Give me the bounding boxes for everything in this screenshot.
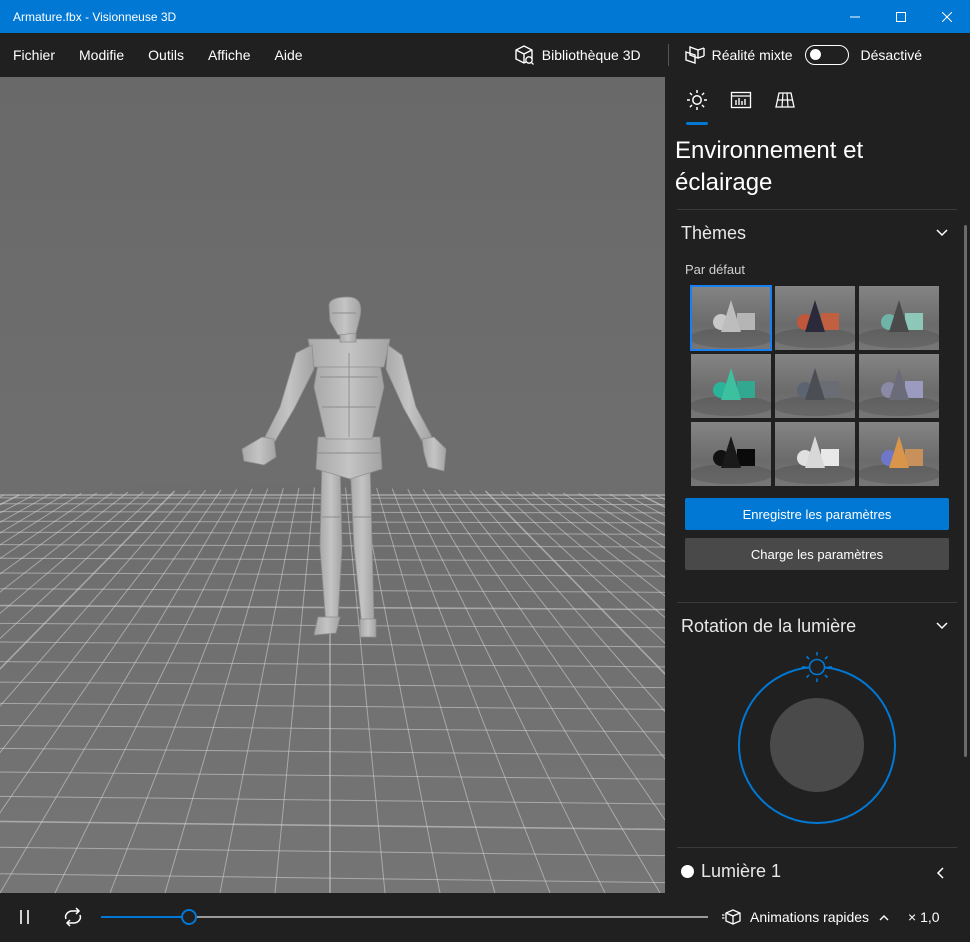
timeline-slider[interactable] [101,909,708,925]
maximize-icon [896,11,906,22]
library-3d-button[interactable]: Bibliothèque 3D [513,44,641,66]
theme-thumbnail[interactable] [775,286,855,350]
chevron-down-icon[interactable] [936,229,948,237]
close-button[interactable] [924,0,970,33]
close-icon [942,11,952,22]
library-3d-label: Bibliothèque 3D [541,47,641,63]
theme-thumbnail[interactable] [690,285,772,351]
toggle-knob [809,49,821,60]
theme-thumbnail[interactable] [691,422,771,486]
theme-preview [859,300,939,348]
light-rotation-heading[interactable]: Rotation de la lumière [681,616,856,637]
panel-title: Environnement et éclairage [675,137,864,196]
divider [677,847,957,848]
theme-preview [691,436,771,484]
theme-preview [775,436,855,484]
animation-cube-icon [722,909,741,925]
mixed-reality-button[interactable]: Réalité mixte [684,44,793,66]
mixed-reality-toggle[interactable] [804,45,849,65]
window-title: Armature.fbx - Visionneuse 3D [13,9,177,24]
divider [677,602,957,603]
menu-modifie[interactable]: Modifie [67,33,136,77]
stats-icon [730,91,752,109]
speed-button[interactable]: × 1,0 [908,909,940,925]
save-settings-button[interactable]: Enregistre les paramètres [685,498,949,530]
tab-grid[interactable] [763,89,807,125]
toolbar-separator [667,44,669,66]
chevron-left-icon[interactable] [936,867,944,879]
pause-button[interactable] [18,909,32,925]
load-settings-button[interactable]: Charge les paramètres [685,538,949,570]
theme-thumbnail[interactable] [859,422,939,486]
loop-button[interactable] [62,907,84,927]
timeline-thumb[interactable] [181,909,197,925]
pause-icon [20,910,29,924]
animations-button[interactable]: Animations rapides [722,908,889,926]
theme-thumbnail[interactable] [859,354,939,418]
menu-bar: Fichier Modifie Outils Affiche Aide Bibl… [0,33,970,77]
mixed-reality-icon [684,45,705,64]
menu-fichier[interactable]: Fichier [0,33,67,77]
menu-outils[interactable]: Outils [136,33,196,77]
light-rotation-dial[interactable] [731,650,903,830]
cube-library-icon [515,45,534,65]
theme-preview [691,300,771,348]
theme-thumbnail[interactable] [775,354,855,418]
title-bar: Armature.fbx - Visionneuse 3D [0,0,970,33]
loop-icon [64,907,82,927]
theme-thumbnail[interactable] [691,354,771,418]
theme-grid [690,285,939,486]
minimize-button[interactable] [832,0,878,33]
maximize-button[interactable] [878,0,924,33]
mixed-reality-label: Réalité mixte [711,47,793,63]
light-color-dot [681,865,694,878]
sun-icon [687,90,707,110]
tab-statistics[interactable] [719,89,763,125]
chevron-up-icon [879,914,889,920]
themes-heading[interactable]: Thèmes [681,223,746,244]
theme-preview [775,368,855,416]
grid-icon [775,92,795,108]
light-1-item[interactable]: Lumière 1 [681,861,781,882]
themes-subheading: Par défaut [685,262,745,277]
animations-label: Animations rapides [750,909,870,925]
mixed-reality-state: Désactivé [860,47,922,63]
theme-preview [691,368,771,416]
menu-affiche[interactable]: Affiche [196,33,263,77]
tab-lighting[interactable] [675,89,719,125]
scene [0,296,665,893]
panel-scrollbar[interactable] [964,225,967,757]
theme-thumbnail[interactable] [775,422,855,486]
playback-bar: Animations rapides × 1,0 [0,893,970,942]
chevron-down-icon[interactable] [936,622,948,630]
divider [677,209,957,210]
theme-preview [775,300,855,348]
menu-aide[interactable]: Aide [263,33,315,77]
theme-preview [859,368,939,416]
environment-panel: Environnement et éclairage Thèmes Par dé… [665,77,970,893]
theme-preview [859,436,939,484]
light-1-label: Lumière 1 [701,861,782,881]
3d-viewport[interactable] [0,77,665,893]
theme-thumbnail[interactable] [859,286,939,350]
timeline-progress [101,916,189,918]
minimize-icon [850,16,860,17]
